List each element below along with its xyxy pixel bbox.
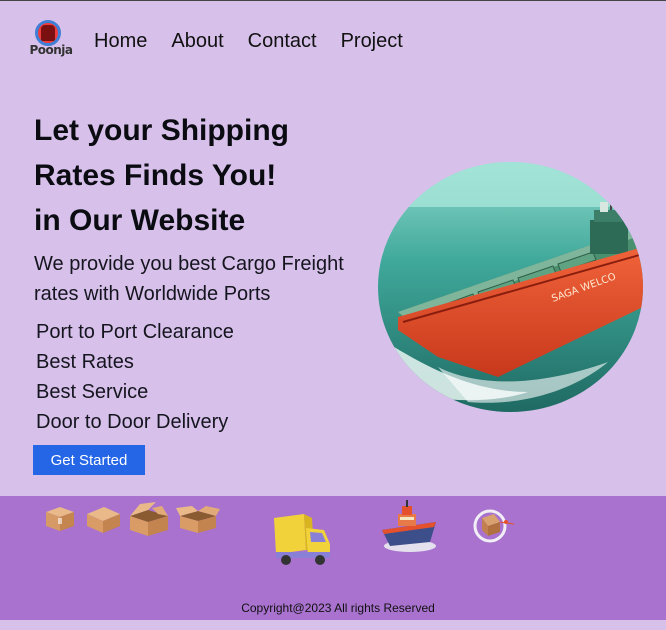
logo-text: Poonja — [29, 43, 73, 57]
feature-item: Best Rates — [36, 351, 134, 373]
nav-links: Home About Contact Project — [94, 30, 427, 53]
nav-link-about[interactable]: About — [171, 30, 223, 53]
fist-icon — [41, 25, 55, 41]
feature-item: Door to Door Delivery — [36, 411, 229, 433]
nav-link-project[interactable]: Project — [341, 30, 403, 53]
nav-link-contact[interactable]: Contact — [248, 30, 317, 53]
cargo-ship-illustration: SAGA WELCO — [378, 162, 643, 412]
delivery-truck-icon — [274, 514, 330, 565]
hero-section: Let your Shipping Rates Finds You! in Ou… — [33, 108, 374, 475]
feature-item: Port to Port Clearance — [36, 321, 234, 343]
page-bottom — [0, 620, 666, 630]
cardboard-box-icon — [46, 507, 74, 531]
nav-link-home[interactable]: Home — [94, 30, 147, 53]
open-box-icon — [130, 502, 168, 536]
headline-suffix: in Our Website — [34, 204, 246, 237]
package-cycle-icon — [473, 509, 515, 543]
copyright-text: Copyright@2023 All rights Reserved — [241, 601, 435, 615]
top-border — [0, 0, 666, 1]
cargo-ship-icon — [382, 500, 436, 552]
get-started-button[interactable]: Get Started — [33, 445, 145, 475]
feature-item: Best Service — [36, 381, 149, 403]
brand-logo[interactable]: Poonja — [28, 18, 74, 64]
footer: Copyright@2023 All rights Reserved — [0, 496, 666, 620]
feature-list: Port to Port Clearance Best Rates Best S… — [34, 317, 374, 437]
hero-headline: Let your Shipping Rates Finds You! in Ou… — [34, 108, 374, 243]
headline-prefix: Let — [34, 114, 88, 147]
cardboard-box-icon — [87, 507, 120, 533]
cargo-ship-image: SAGA WELCO — [378, 162, 643, 412]
open-box-icon — [176, 506, 220, 533]
main-navbar: Poonja Home About Contact Project — [28, 18, 427, 64]
hero-subtext: We provide you best Cargo Freight rates … — [34, 253, 344, 305]
